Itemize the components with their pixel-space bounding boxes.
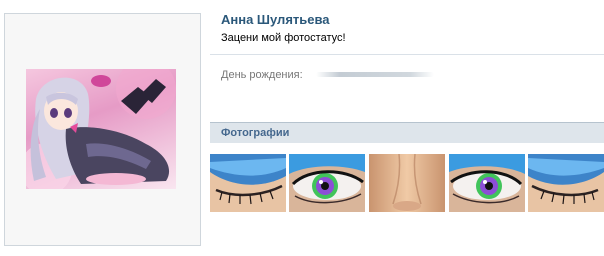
birthday-label: День рождения: xyxy=(221,69,303,81)
photo-thumbnail[interactable] xyxy=(449,154,525,212)
anime-girl-illustration xyxy=(26,69,176,189)
photos-strip xyxy=(210,154,604,212)
rainbow-eye-image xyxy=(449,154,525,212)
photo-thumbnail[interactable] xyxy=(210,154,286,212)
profile-status: Зацени мой фотостатус! xyxy=(221,32,346,44)
photo-thumbnail[interactable] xyxy=(369,154,445,212)
photos-section-header[interactable]: Фотографии xyxy=(210,122,604,143)
divider xyxy=(210,54,604,55)
photo-thumbnail[interactable] xyxy=(528,154,604,212)
photos-section-title: Фотографии xyxy=(221,127,290,139)
avatar-container xyxy=(4,13,201,246)
rainbow-eye-image xyxy=(289,154,365,212)
nose-image xyxy=(369,154,445,212)
closed-eye-image xyxy=(210,154,286,212)
profile-name[interactable]: Анна Шулятьева xyxy=(221,12,330,27)
avatar-image[interactable] xyxy=(26,69,176,189)
closed-eye-image xyxy=(528,154,604,212)
photo-thumbnail[interactable] xyxy=(289,154,365,212)
birthday-value-blurred xyxy=(316,72,434,77)
